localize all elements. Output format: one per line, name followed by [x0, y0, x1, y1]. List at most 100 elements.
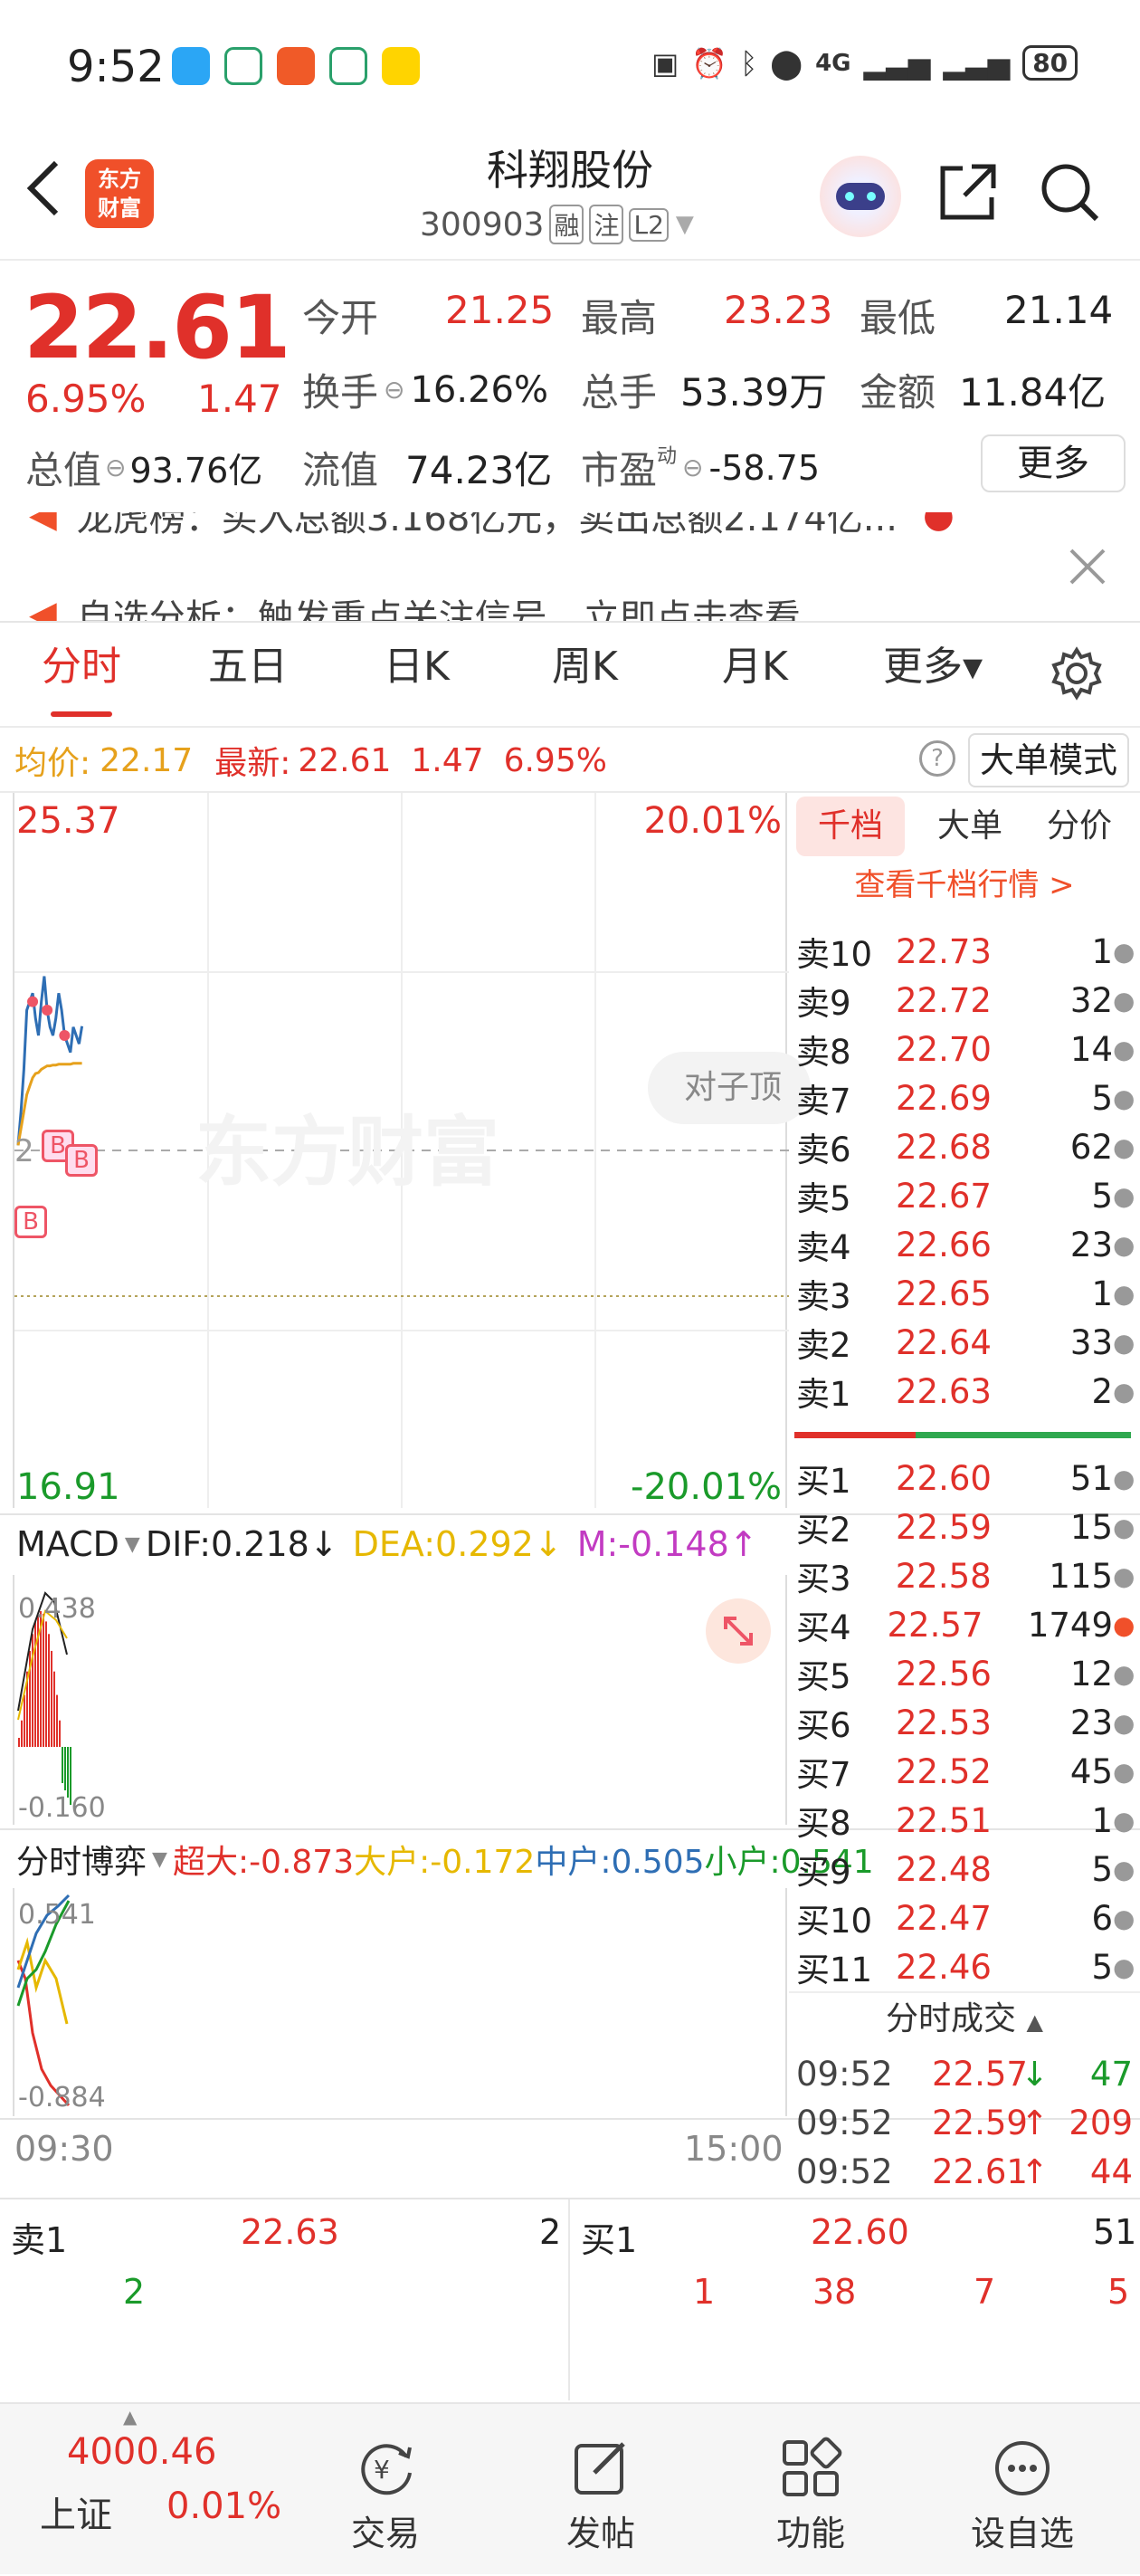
close-icon[interactable] — [1068, 547, 1107, 587]
bid-row: 买7 22.52 45 ● — [796, 1751, 1135, 1795]
tab-zhouk[interactable]: 周K — [552, 634, 618, 692]
float-value: 74.23亿 — [405, 448, 553, 492]
index-pct: 0.01% — [166, 2485, 282, 2527]
macd-bar — [64, 1747, 66, 1790]
flow-selector[interactable]: 分时博弈 — [16, 1836, 147, 1883]
y-top-label: 25.37 — [16, 800, 120, 842]
macd-bar — [59, 1720, 61, 1747]
avg-value: 22.17 — [100, 741, 194, 779]
bid-row: 买10 22.47 6 ● — [796, 1898, 1135, 1942]
macd-bar — [53, 1671, 55, 1747]
macd-header: MACD ▼ DIF:0.218 ↓ DEA:0.292 ↓ M:-0.148 … — [16, 1519, 758, 1569]
bid-row: 买6 22.53 23 ● — [796, 1703, 1135, 1746]
buy-marker[interactable]: B — [14, 1206, 47, 1238]
macd-chart[interactable]: 0.438 -0.160 — [13, 1575, 787, 1825]
expand-icon[interactable] — [706, 1598, 771, 1664]
news-item[interactable]: ◀ 龙虎榜：买入总额3.168亿元，卖出总额2.174亿... ● — [29, 512, 955, 541]
time-end-label: 15:00 — [684, 2129, 784, 2169]
stock-code-row[interactable]: 300903 融 注 L2 ▼ — [420, 205, 694, 244]
book-tab-dadan[interactable]: 大单 — [925, 797, 1015, 856]
tag-zhu: 注 — [589, 205, 624, 244]
intraday-chart[interactable]: 东方财富 25.37 20.01% 16.91 -20.01% 2 B B B … — [13, 793, 811, 1508]
speaker-icon: ◀ — [29, 512, 57, 536]
high-label: 最高 — [581, 296, 658, 340]
latest-change: 1.47 — [411, 741, 484, 779]
nav-watchlist-settings[interactable]: 设自选 — [941, 2437, 1104, 2555]
home-app-icon — [224, 47, 262, 85]
bid-row: 买9 22.48 5 ● — [796, 1849, 1135, 1893]
battery-icon: 80 — [1022, 45, 1078, 81]
y-bottom-pct-label: -20.01% — [631, 1466, 782, 1508]
bid-row: 买1 22.60 51 ● — [796, 1458, 1135, 1502]
avg-label: 均价: — [14, 745, 91, 782]
macd-bar — [45, 1621, 47, 1747]
turnover-label: 换手 — [302, 370, 379, 415]
tab-yuek[interactable]: 月K — [722, 634, 788, 692]
open-label: 今开 — [302, 296, 379, 340]
macd-selector[interactable]: MACD — [16, 1524, 119, 1564]
tab-more[interactable]: 更多▾ — [883, 634, 983, 692]
system-icons: ▣ ⏰ ᛒ ⬤ 4G ▂▃▅ ▂▃▅ 80 — [651, 45, 1078, 81]
tab-wuri[interactable]: 五日 — [208, 634, 288, 692]
view-book-link[interactable]: 查看千档行情 > — [789, 860, 1140, 904]
robot-assistant-icon[interactable] — [820, 156, 901, 237]
macd-bar — [24, 1694, 25, 1747]
tag-level: L2 — [629, 207, 669, 242]
svg-text:¥: ¥ — [374, 2455, 390, 2485]
change-value: 1.47 — [197, 377, 282, 421]
news-item-2[interactable]: ◀ 自选分析：触发重点关注信号，立即点击查看 — [29, 588, 801, 621]
flow-top-label: 0.541 — [18, 1899, 96, 1931]
search-icon[interactable] — [1037, 159, 1102, 224]
bid-row: 买5 22.56 12 ● — [796, 1654, 1135, 1697]
low-label: 最低 — [860, 296, 936, 340]
flow-chaoda: 超大:-0.873 — [172, 1844, 355, 1881]
nav-post[interactable]: 发帖 — [519, 2437, 682, 2555]
pe-field: 市盈 动 ⊖ -58.75 — [581, 440, 820, 495]
trade-row: 09:52 22.57 ↓ 47 — [796, 2054, 1133, 2094]
tag-rong: 融 — [549, 205, 584, 244]
share-icon[interactable] — [936, 159, 1001, 224]
pair-top-button[interactable]: 对子顶 — [648, 1052, 811, 1124]
buy1-detail-4: 5 — [1107, 2272, 1130, 2312]
alarm-icon: ⏰ — [691, 45, 728, 81]
mid-price-label: 2 — [14, 1133, 34, 1169]
flow-header: 分时博弈 ▼ 超大:-0.873 大户:-0.172 中户:0.505 小户:0… — [16, 1832, 874, 1886]
arrow-down-icon: ↓ — [309, 1524, 338, 1564]
game-app-icon — [382, 47, 420, 85]
tab-rik[interactable]: 日K — [384, 634, 450, 692]
book-tab-qiandang[interactable]: 千档 — [796, 797, 905, 856]
bigorder-mode-button[interactable]: 大单模式 — [968, 733, 1129, 787]
order-book-tab-bar: 千档 大单 分价 — [789, 793, 1140, 862]
nav-trade[interactable]: ¥ 交易 — [304, 2437, 467, 2555]
flow-chart[interactable]: 0.541 -0.884 — [13, 1888, 787, 2116]
volume-label: 总手 — [581, 370, 658, 415]
buy-marker-3[interactable]: B — [65, 1144, 98, 1177]
caret-up-icon: ▲ — [123, 2406, 138, 2428]
mcap-value: 93.76亿 — [129, 451, 263, 491]
macd-bar — [62, 1747, 63, 1783]
high-value: 23.23 — [724, 288, 833, 332]
status-bar: 9:52 ▣ ⏰ ᛒ ⬤ 4G ▂▃▅ ▂▃▅ 80 — [0, 0, 1140, 136]
grid-icon — [783, 2437, 842, 2496]
macd-bottom-label: -0.160 — [18, 1792, 106, 1824]
sell1-detail: 2 — [123, 2272, 146, 2312]
nav-function[interactable]: 功能 — [729, 2437, 892, 2555]
trades-header[interactable]: 分时成交 ▲ — [789, 1991, 1140, 2046]
gear-icon[interactable] — [1050, 646, 1104, 701]
bottom-quote-strip: 卖1 22.63 2 2 买1 22.60 51 1 38 7 5 — [0, 2199, 1140, 2400]
tab-fenshi[interactable]: 分时 — [42, 634, 121, 692]
dropdown-icon: ▼ — [675, 211, 694, 238]
buy1-label: 买1 — [581, 2220, 638, 2260]
help-icon[interactable]: ? — [919, 740, 955, 777]
latest-value: 22.61 — [298, 741, 392, 779]
book-tab-fenjia[interactable]: 分价 — [1030, 797, 1129, 856]
index-widget[interactable]: ▲ 4000.46 上证 0.01% — [22, 2404, 293, 2576]
home-app-icon-2 — [329, 47, 367, 85]
bid-row: 买3 22.58 115 ● — [796, 1556, 1135, 1599]
buy1-detail-2: 38 — [812, 2272, 857, 2312]
more-button[interactable]: 更多 — [981, 434, 1126, 492]
macd-bar — [21, 1720, 23, 1747]
trade-row: 09:52 22.59 ↑ 209 — [796, 2103, 1133, 2142]
ask-row: 卖10 22.73 1 ● — [796, 931, 1135, 975]
pe-label: 市盈 — [581, 448, 658, 492]
